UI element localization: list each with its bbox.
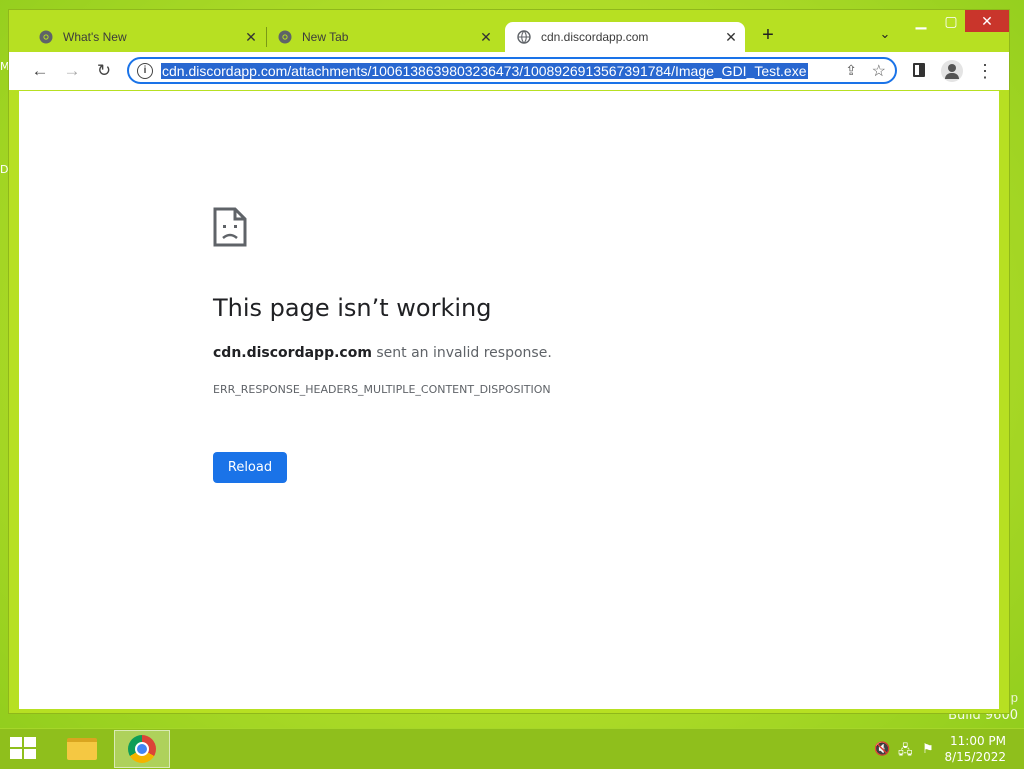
site-info-icon[interactable]: i bbox=[137, 63, 153, 79]
tab-label: New Tab bbox=[302, 30, 349, 44]
chrome-taskbar-button[interactable] bbox=[114, 730, 170, 768]
tab-cdn-discordapp[interactable]: cdn.discordapp.com ✕ bbox=[505, 22, 745, 52]
minimize-button[interactable]: ▁ bbox=[906, 10, 936, 32]
tab-strip: What's New ✕ New Tab ✕ cdn.discordapp.co… bbox=[9, 10, 1009, 52]
network-icon[interactable]: 🖧 bbox=[898, 741, 913, 763]
error-message: cdn.discordapp.com sent an invalid respo… bbox=[213, 345, 552, 361]
folder-icon bbox=[67, 738, 97, 760]
kebab-menu-icon[interactable]: ⋮ bbox=[975, 60, 995, 82]
reload-button[interactable]: Reload bbox=[213, 452, 287, 483]
system-clock[interactable]: 11:00 PM 8/15/2022 bbox=[944, 733, 1006, 765]
chrome-favicon-icon bbox=[39, 30, 53, 44]
page-content: This page isn’t working cdn.discordapp.c… bbox=[19, 91, 999, 709]
forward-arrow-icon[interactable]: → bbox=[61, 60, 83, 82]
error-message-text: sent an invalid response. bbox=[371, 345, 552, 361]
error-code: ERR_RESPONSE_HEADERS_MULTIPLE_CONTENT_DI… bbox=[213, 383, 551, 396]
tab-close-icon[interactable]: ✕ bbox=[243, 29, 259, 46]
file-explorer-taskbar-button[interactable] bbox=[54, 730, 110, 768]
maximize-button[interactable]: ▢ bbox=[936, 10, 966, 32]
chrome-favicon-icon bbox=[278, 30, 292, 44]
error-title: This page isn’t working bbox=[213, 294, 492, 322]
tab-whats-new[interactable]: What's New ✕ bbox=[29, 22, 265, 52]
globe-favicon-icon bbox=[517, 30, 531, 44]
address-url-text[interactable]: cdn.discordapp.com/attachments/100613863… bbox=[161, 63, 808, 79]
taskbar: 🔇 🖧 ⚑ 11:00 PM 8/15/2022 bbox=[0, 728, 1024, 769]
tab-new-tab[interactable]: New Tab ✕ bbox=[268, 22, 500, 52]
side-panel-icon[interactable] bbox=[913, 63, 925, 77]
volume-muted-icon[interactable]: 🔇 bbox=[874, 741, 890, 757]
tab-close-icon[interactable]: ✕ bbox=[478, 29, 494, 46]
new-tab-button[interactable]: + bbox=[757, 24, 779, 46]
broken-page-icon bbox=[213, 207, 247, 247]
address-bar[interactable]: i cdn.discordapp.com/attachments/1006138… bbox=[127, 57, 897, 84]
reload-icon[interactable]: ↻ bbox=[93, 60, 115, 82]
back-arrow-icon[interactable]: ← bbox=[29, 60, 51, 82]
desktop-watermark-fragment: p bbox=[1010, 690, 1018, 705]
profile-avatar-icon[interactable] bbox=[941, 60, 963, 82]
error-host: cdn.discordapp.com bbox=[213, 345, 372, 361]
tab-separator bbox=[266, 27, 267, 47]
browser-toolbar: ← → ↻ i cdn.discordapp.com/attachments/1… bbox=[9, 52, 1009, 90]
clock-date: 8/15/2022 bbox=[944, 750, 1006, 764]
action-center-flag-icon[interactable]: ⚑ bbox=[922, 741, 934, 757]
tab-label: What's New bbox=[63, 30, 127, 44]
tab-label: cdn.discordapp.com bbox=[541, 30, 649, 44]
clock-time: 11:00 PM bbox=[950, 734, 1006, 748]
windows-start-icon[interactable] bbox=[10, 737, 38, 761]
share-icon[interactable]: ⇪ bbox=[845, 62, 857, 79]
tab-close-icon[interactable]: ✕ bbox=[723, 29, 739, 46]
tab-search-chevron-icon[interactable]: ⌄ bbox=[875, 26, 895, 46]
close-window-button[interactable]: ✕ bbox=[965, 10, 1009, 32]
browser-window: What's New ✕ New Tab ✕ cdn.discordapp.co… bbox=[8, 9, 1010, 714]
bookmark-star-icon[interactable]: ☆ bbox=[872, 61, 886, 81]
chrome-icon bbox=[128, 735, 156, 763]
